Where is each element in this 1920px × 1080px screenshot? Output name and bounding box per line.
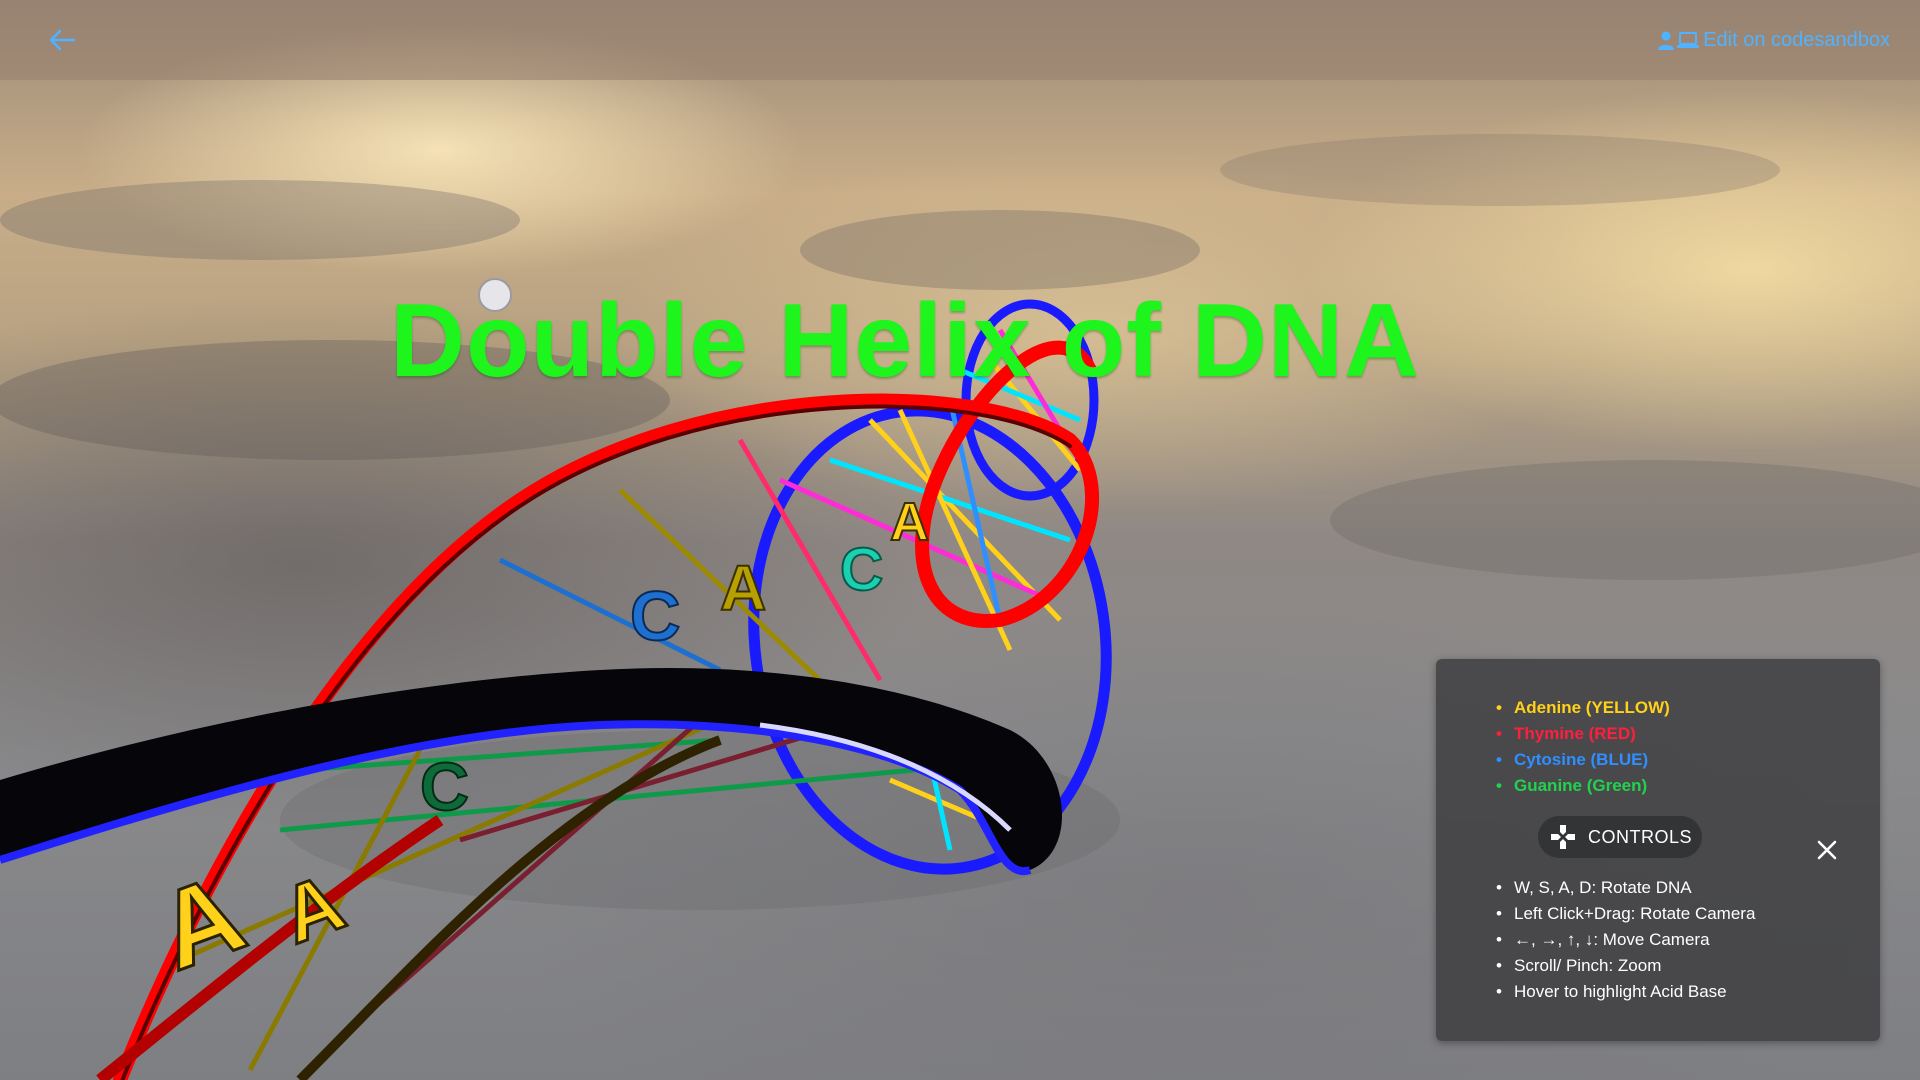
- svg-text:C: C: [630, 577, 681, 655]
- legend-item-guanine: Guanine (Green): [1496, 773, 1880, 799]
- arrow-left-icon: [49, 29, 76, 51]
- close-icon: [1817, 840, 1837, 860]
- control-item-move-camera: ←, →, ↑, ↓: Move Camera: [1496, 927, 1755, 953]
- legend-item-adenine: Adenine (YELLOW): [1496, 695, 1880, 721]
- control-item-rotate-dna: W, S, A, D: Rotate DNA: [1496, 875, 1755, 901]
- controls-toggle-button[interactable]: CONTROLS: [1538, 816, 1703, 858]
- control-item-zoom: Scroll/ Pinch: Zoom: [1496, 953, 1755, 979]
- control-item-rotate-camera: Left Click+Drag: Rotate Camera: [1496, 901, 1755, 927]
- legend-item-thymine: Thymine (RED): [1496, 721, 1880, 747]
- svg-text:A: A: [270, 857, 355, 960]
- top-bar: Edit on codesandbox: [0, 0, 1920, 80]
- legend-item-cytosine: Cytosine (BLUE): [1496, 747, 1880, 773]
- svg-text:C: C: [420, 749, 469, 825]
- svg-text:A: A: [890, 492, 929, 552]
- info-panel: Adenine (YELLOW) Thymine (RED) Cytosine …: [1436, 659, 1880, 1041]
- gamepad-icon: [1551, 825, 1575, 849]
- back-button[interactable]: [44, 22, 80, 58]
- page-title: Double Helix of DNA: [390, 283, 1421, 399]
- controls-list: W, S, A, D: Rotate DNA Left Click+Drag: …: [1496, 875, 1755, 1005]
- laptop-icon: [1677, 32, 1700, 48]
- svg-text:A: A: [720, 552, 766, 624]
- edit-link-label: Edit on codesandbox: [1703, 28, 1890, 51]
- control-item-hover: Hover to highlight Acid Base: [1496, 979, 1755, 1005]
- controls-label: CONTROLS: [1588, 826, 1693, 847]
- svg-text:C: C: [840, 536, 883, 603]
- close-panel-button[interactable]: [1814, 837, 1840, 863]
- base-legend: Adenine (YELLOW) Thymine (RED) Cytosine …: [1496, 695, 1880, 799]
- person-icon: [1658, 31, 1675, 50]
- edit-on-codesandbox-link[interactable]: Edit on codesandbox: [1657, 29, 1890, 52]
